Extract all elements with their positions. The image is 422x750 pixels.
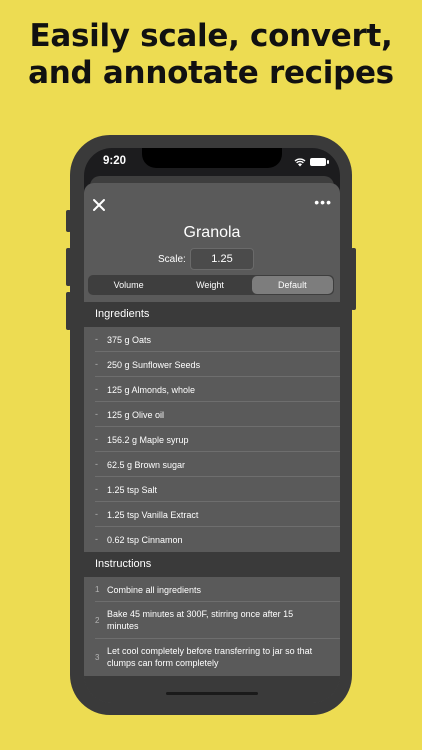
instruction-row[interactable]: 3 Let cool completely before transferrin… xyxy=(84,639,340,676)
ingredient-text: 125 g Olive oil xyxy=(107,410,165,420)
ingredient-text: 0.62 tsp Cinnamon xyxy=(107,535,183,545)
instruction-row[interactable]: 2 Bake 45 minutes at 300F, stirring once… xyxy=(84,602,340,639)
battery-icon xyxy=(310,158,329,166)
scale-input[interactable]: 1.25 xyxy=(190,248,254,270)
home-indicator xyxy=(166,692,258,695)
phone-screen: 9:20 ••• Granola Scale: 1.25 Volume Weig… xyxy=(84,148,340,703)
step-text: Bake 45 minutes at 300F, stirring once a… xyxy=(107,609,294,631)
step-text: Let cool completely before transferring … xyxy=(107,646,313,668)
list-dash: - xyxy=(95,484,98,494)
status-time: 9:20 xyxy=(103,155,127,167)
phone-notch xyxy=(142,148,282,168)
instructions-header: Instructions xyxy=(84,552,340,577)
list-dash: - xyxy=(95,434,98,444)
ingredient-row[interactable]: - 375 g Oats xyxy=(84,327,340,352)
step-number: 1 xyxy=(95,585,100,594)
ingredient-text: 1.25 tsp Salt xyxy=(107,485,158,495)
tab-default[interactable]: Default xyxy=(251,276,333,294)
ingredient-row[interactable]: - 62.5 g Brown sugar xyxy=(84,452,340,477)
list-dash: - xyxy=(95,334,98,344)
next-section-header xyxy=(84,676,340,703)
scale-label: Scale: xyxy=(158,254,186,265)
list-dash: - xyxy=(95,509,98,519)
ingredient-row[interactable]: - 125 g Olive oil xyxy=(84,402,340,427)
ingredient-row[interactable]: - 1.25 tsp Salt xyxy=(84,477,340,502)
ingredient-text: 1.25 tsp Vanilla Extract xyxy=(107,510,199,520)
ingredient-text: 250 g Sunflower Seeds xyxy=(107,360,201,370)
ingredient-row[interactable]: - 1.25 tsp Vanilla Extract xyxy=(84,502,340,527)
list-dash: - xyxy=(95,459,98,469)
list-dash: - xyxy=(95,359,98,369)
recipe-title: Granola xyxy=(183,224,241,241)
list-dash: - xyxy=(95,384,98,394)
ingredient-text: 125 g Almonds, whole xyxy=(107,385,196,395)
tab-weight[interactable]: Weight xyxy=(169,275,250,295)
ingredient-text: 375 g Oats xyxy=(107,335,152,345)
headline: Easily scale, convert, and annotate reci… xyxy=(0,18,422,92)
ingredient-text: 62.5 g Brown sugar xyxy=(107,460,186,470)
close-icon[interactable] xyxy=(92,198,106,212)
step-number: 2 xyxy=(95,616,100,625)
instruction-row[interactable]: 1 Combine all ingredients xyxy=(84,577,340,602)
ingredient-row[interactable]: - 156.2 g Maple syrup xyxy=(84,427,340,452)
step-text: Combine all ingredients xyxy=(107,585,202,595)
headline-line-2: and annotate recipes xyxy=(28,55,394,91)
ingredient-text: 156.2 g Maple syrup xyxy=(107,435,189,445)
wifi-icon xyxy=(294,158,306,167)
recipe-sheet: ••• Granola Scale: 1.25 Volume Weight De… xyxy=(84,183,340,703)
list-dash: - xyxy=(95,409,98,419)
status-bar: 9:20 xyxy=(84,148,340,176)
ingredients-header: Ingredients xyxy=(84,302,340,327)
ingredient-row[interactable]: - 125 g Almonds, whole xyxy=(84,377,340,402)
ingredient-row[interactable]: - 0.62 tsp Cinnamon xyxy=(84,527,340,552)
more-options-icon[interactable]: ••• xyxy=(314,195,332,209)
units-segmented-control: Volume Weight Default xyxy=(88,275,334,295)
tab-volume[interactable]: Volume xyxy=(88,275,169,295)
step-number: 3 xyxy=(95,653,100,662)
ingredient-row[interactable]: - 250 g Sunflower Seeds xyxy=(84,352,340,377)
headline-line-1: Easily scale, convert, xyxy=(29,18,393,54)
list-dash: - xyxy=(95,534,98,544)
